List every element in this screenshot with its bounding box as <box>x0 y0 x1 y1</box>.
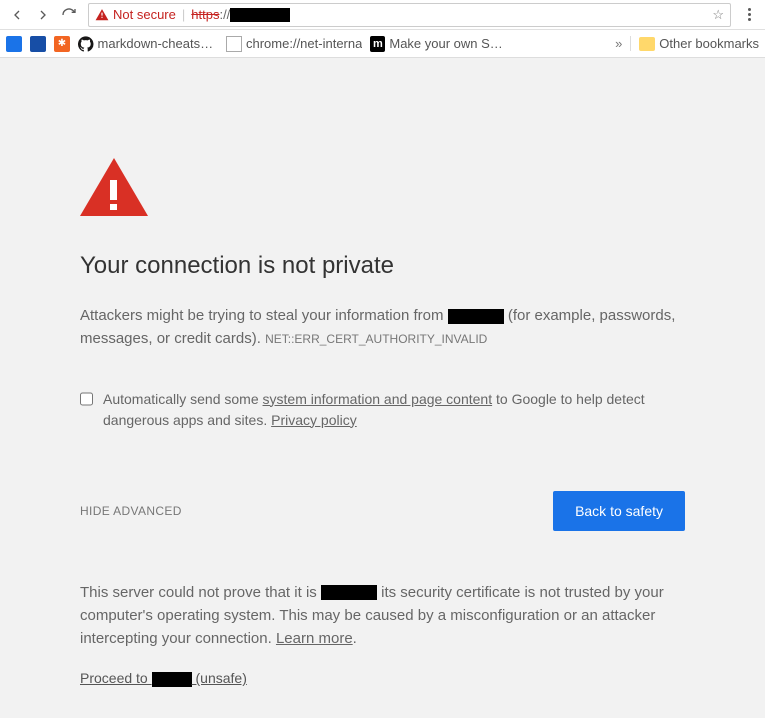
other-bookmarks[interactable]: Other bookmarks <box>630 36 759 51</box>
privacy-policy-link[interactable]: Privacy policy <box>271 412 357 428</box>
url-redacted <box>230 8 290 22</box>
url-sep: :// <box>219 7 230 22</box>
favicon-icon <box>6 36 22 52</box>
button-row: HIDE ADVANCED Back to safety <box>80 491 685 531</box>
hide-advanced-button[interactable]: HIDE ADVANCED <box>80 504 182 518</box>
report-label: Automatically send some system informati… <box>103 389 685 431</box>
redacted-host <box>321 585 377 600</box>
error-code: NET::ERR_CERT_AUTHORITY_INVALID <box>265 332 487 346</box>
bookmark-item-markdown[interactable]: markdown-cheatshee <box>78 36 218 52</box>
omnibox[interactable]: Not secure | https:// ☆ <box>88 3 731 27</box>
bookmark-label: chrome://net-interna <box>246 36 362 51</box>
bookmark-item-3[interactable]: ✱ <box>54 36 70 52</box>
favicon-icon: ✱ <box>54 36 70 52</box>
advanced-paragraph: This server could not prove that it is i… <box>80 581 685 651</box>
redacted-host <box>448 309 504 324</box>
bookmark-item-2[interactable] <box>30 36 46 52</box>
back-button[interactable] <box>6 4 28 26</box>
page-icon <box>226 36 242 52</box>
proceed-link[interactable]: Proceed to (unsafe) <box>80 670 247 687</box>
page-title: Your connection is not private <box>80 252 685 280</box>
favicon-icon <box>30 36 46 52</box>
bookmark-label: markdown-cheatshee <box>98 36 218 51</box>
not-secure-text: Not secure <box>113 7 176 22</box>
github-icon <box>78 36 94 52</box>
system-info-link[interactable]: system information and page content <box>263 391 493 407</box>
warning-paragraph: Attackers might be trying to steal your … <box>80 304 685 351</box>
bookmark-item-1[interactable] <box>6 36 22 52</box>
bookmarks-overflow-icon[interactable]: » <box>615 36 622 51</box>
learn-more-link[interactable]: Learn more <box>276 630 353 647</box>
forward-button[interactable] <box>32 4 54 26</box>
favicon-icon: m <box>370 36 385 52</box>
browser-menu-button[interactable] <box>739 8 759 21</box>
url-scheme: https <box>191 7 219 22</box>
not-secure-badge: Not secure <box>95 7 176 22</box>
bookmark-star-icon[interactable]: ☆ <box>712 7 724 23</box>
reload-button[interactable] <box>58 4 80 26</box>
bookmarks-bar: ✱ markdown-cheatshee chrome://net-intern… <box>0 30 765 58</box>
report-option: Automatically send some system informati… <box>80 389 685 431</box>
bookmark-item-netinternals[interactable]: chrome://net-interna <box>226 36 362 52</box>
back-to-safety-button[interactable]: Back to safety <box>553 491 685 531</box>
bookmark-label: Make your own SSL C <box>389 36 510 51</box>
separator: | <box>182 7 185 22</box>
interstitial-page: Your connection is not private Attackers… <box>0 58 765 718</box>
warning-triangle-icon <box>80 158 148 216</box>
report-checkbox[interactable] <box>80 391 93 407</box>
other-bookmarks-label: Other bookmarks <box>659 36 759 51</box>
url: https:// <box>191 7 290 23</box>
browser-toolbar: Not secure | https:// ☆ <box>0 0 765 30</box>
folder-icon <box>639 37 655 51</box>
redacted-host <box>152 672 192 687</box>
bookmark-item-ssl[interactable]: m Make your own SSL C <box>370 36 510 52</box>
